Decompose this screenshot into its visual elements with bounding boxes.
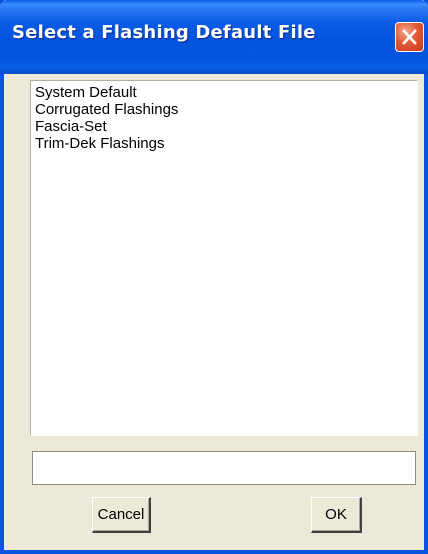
filename-input[interactable] bbox=[32, 451, 416, 485]
file-listbox[interactable]: System Default Corrugated Flashings Fasc… bbox=[30, 80, 418, 436]
list-item[interactable]: Corrugated Flashings bbox=[35, 101, 417, 118]
list-item[interactable]: Trim-Dek Flashings bbox=[35, 135, 417, 152]
dialog-title: Select a Flashing Default File bbox=[12, 22, 316, 43]
list-item[interactable]: System Default bbox=[35, 84, 417, 101]
ok-button[interactable]: OK bbox=[311, 497, 362, 533]
close-button[interactable] bbox=[395, 22, 424, 52]
close-icon bbox=[402, 29, 417, 45]
list-item[interactable]: Fascia-Set bbox=[35, 118, 417, 135]
dialog-window: Select a Flashing Default File System De… bbox=[0, 0, 428, 554]
title-bar[interactable]: Select a Flashing Default File bbox=[0, 0, 428, 74]
cancel-button[interactable]: Cancel bbox=[92, 497, 151, 533]
